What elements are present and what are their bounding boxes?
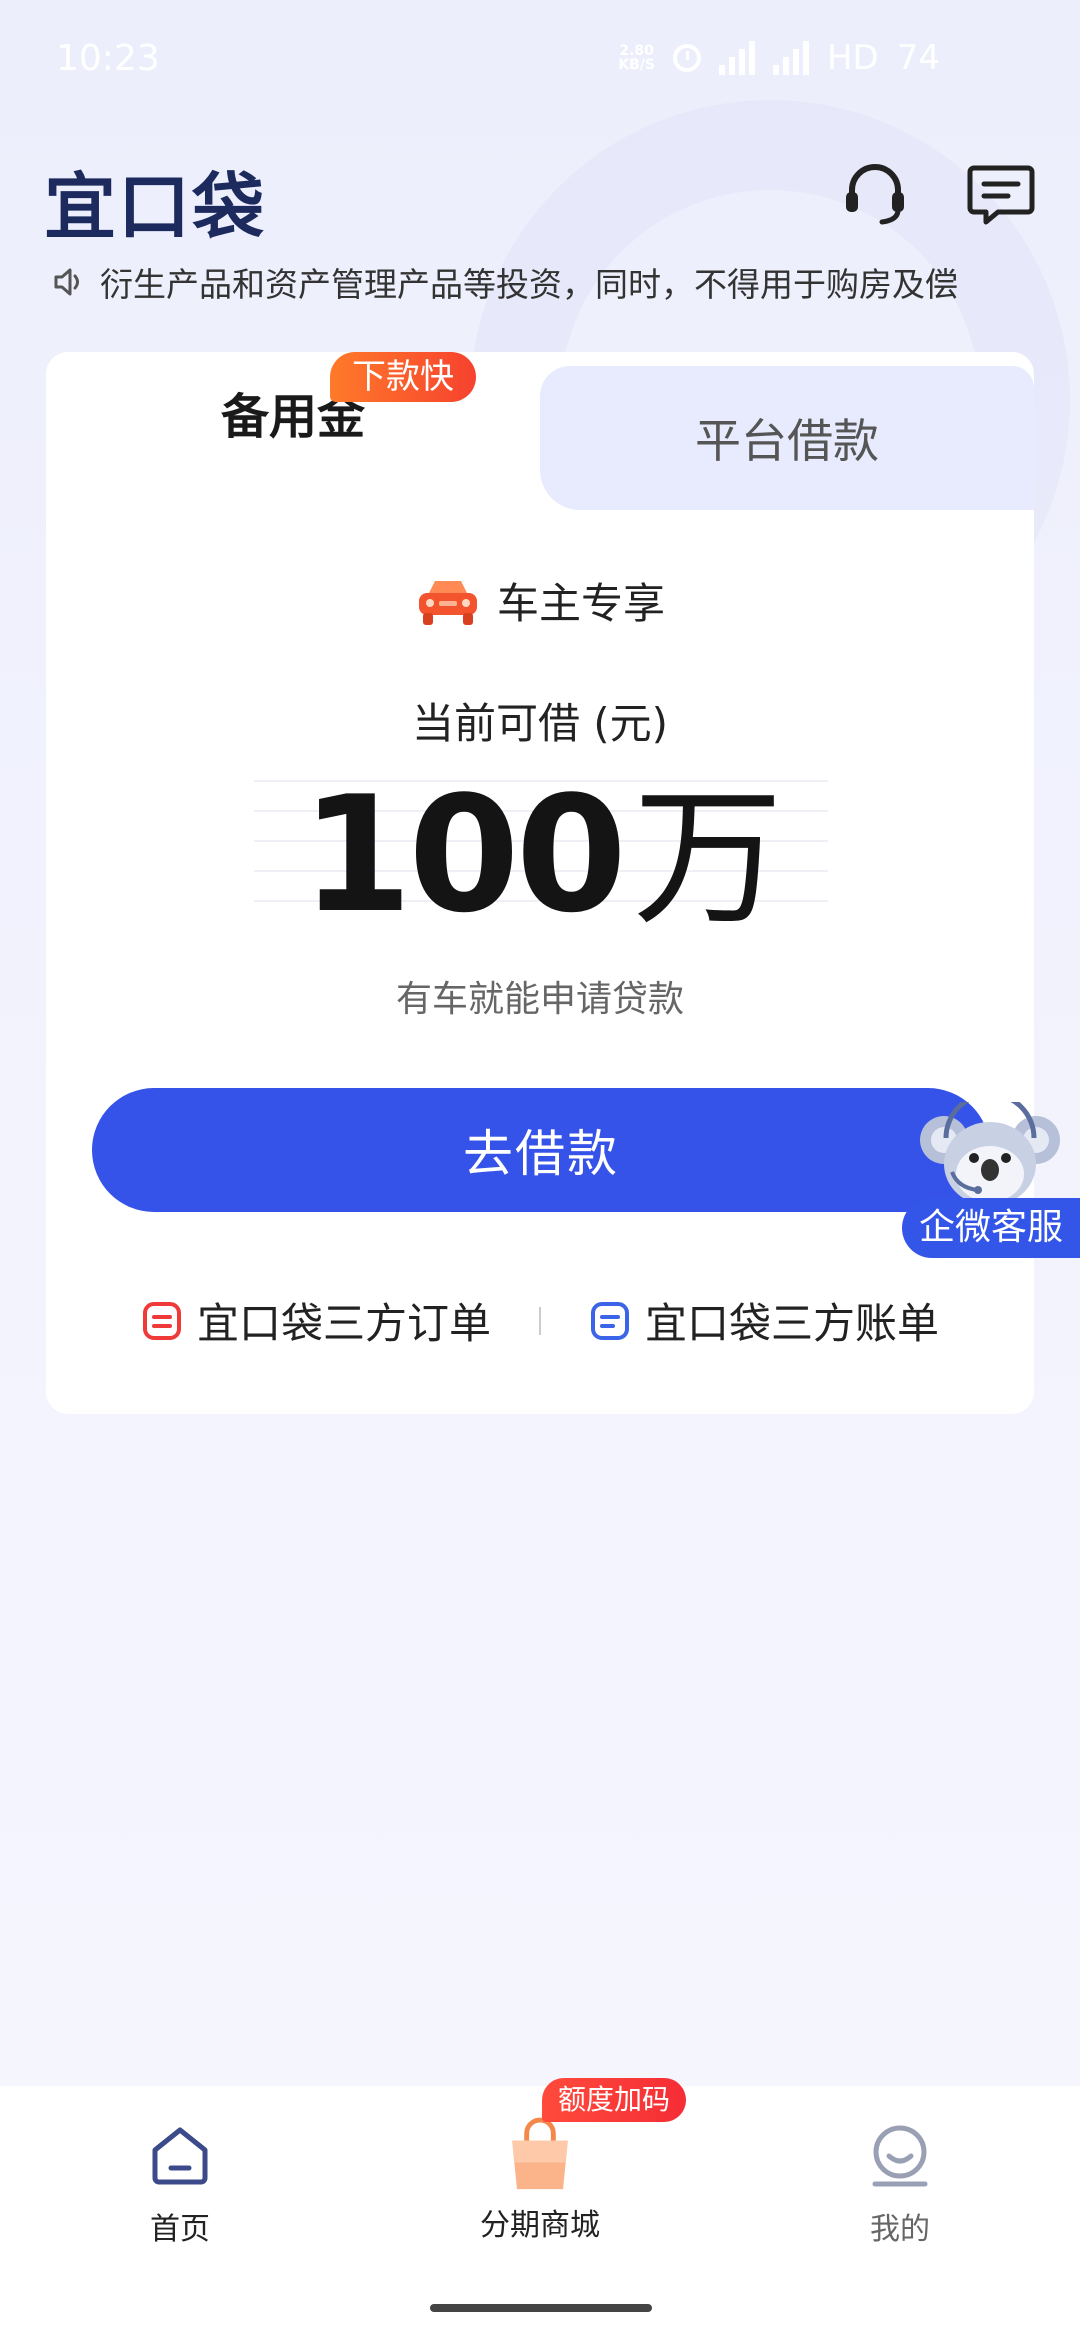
- profile-icon: [872, 2125, 928, 2187]
- car-owner-row: 车主专享: [0, 570, 1080, 631]
- car-owner-label: 车主专享: [496, 579, 665, 628]
- third-party-orders-link[interactable]: 宜口袋三方订单: [141, 1290, 491, 1351]
- battery-level: 74: [896, 38, 940, 78]
- credit-amount: 100万: [0, 770, 1080, 946]
- notice-text: 衍生产品和资产管理产品等投资，同时，不得用于购房及偿: [100, 265, 958, 304]
- shopping-bag-icon: [512, 2117, 568, 2190]
- message-icon[interactable]: [966, 158, 1036, 228]
- car-icon: [418, 580, 477, 625]
- bills-link-label: 宜口袋三方账单: [645, 1299, 940, 1348]
- fast-loan-badge: 下款快: [330, 352, 476, 402]
- nav-home[interactable]: 首页: [80, 2110, 280, 2248]
- third-party-bills-link[interactable]: 宜口袋三方账单: [589, 1290, 939, 1351]
- amount-unit: 万: [632, 772, 783, 946]
- credit-label: 当前可借 (元): [411, 699, 669, 748]
- signal-icon-2: [772, 41, 809, 75]
- amount-subtitle: 有车就能申请贷款: [395, 979, 684, 1020]
- wecom-service-button[interactable]: 企微客服: [902, 1198, 1080, 1258]
- nav-mine[interactable]: 我的: [800, 2110, 1000, 2248]
- amount-value: 100: [301, 761, 627, 948]
- speaker-icon: [54, 268, 79, 296]
- home-icon: [152, 2127, 208, 2185]
- nav-mine-label: 我的: [870, 2212, 930, 2247]
- orders-link-label: 宜口袋三方订单: [196, 1299, 491, 1348]
- home-indicator[interactable]: [430, 2304, 652, 2312]
- signal-icon: [718, 41, 755, 75]
- order-links: 宜口袋三方订单 宜口袋三方账单: [0, 1290, 1080, 1351]
- notice-bar[interactable]: 衍生产品和资产管理产品等投资，同时，不得用于购房及偿: [50, 258, 1040, 306]
- net-speed: 2.80 KB/S: [618, 43, 655, 73]
- hd-label: HD: [826, 38, 879, 78]
- tab-platform-loan[interactable]: 平台借款: [540, 366, 1034, 510]
- status-bar: 10:23 2.80 KB/S HD 74: [0, 0, 1080, 120]
- order-doc-icon: [142, 1301, 181, 1340]
- nav-mall[interactable]: 分期商城: [440, 2110, 640, 2244]
- nav-mall-label: 分期商城: [480, 2208, 600, 2243]
- alarm-icon: [672, 44, 701, 72]
- borrow-button[interactable]: 去借款: [92, 1088, 990, 1212]
- app-logo: 宜口袋: [44, 165, 267, 249]
- nav-home-label: 首页: [150, 2212, 210, 2247]
- status-icons: 2.80 KB/S HD 74: [618, 38, 940, 78]
- status-time: 10:23: [56, 38, 160, 79]
- mall-promo-badge: 额度加码: [542, 2078, 687, 2122]
- link-divider: [539, 1306, 541, 1335]
- bill-doc-icon: [591, 1301, 629, 1340]
- headset-icon[interactable]: [840, 158, 910, 228]
